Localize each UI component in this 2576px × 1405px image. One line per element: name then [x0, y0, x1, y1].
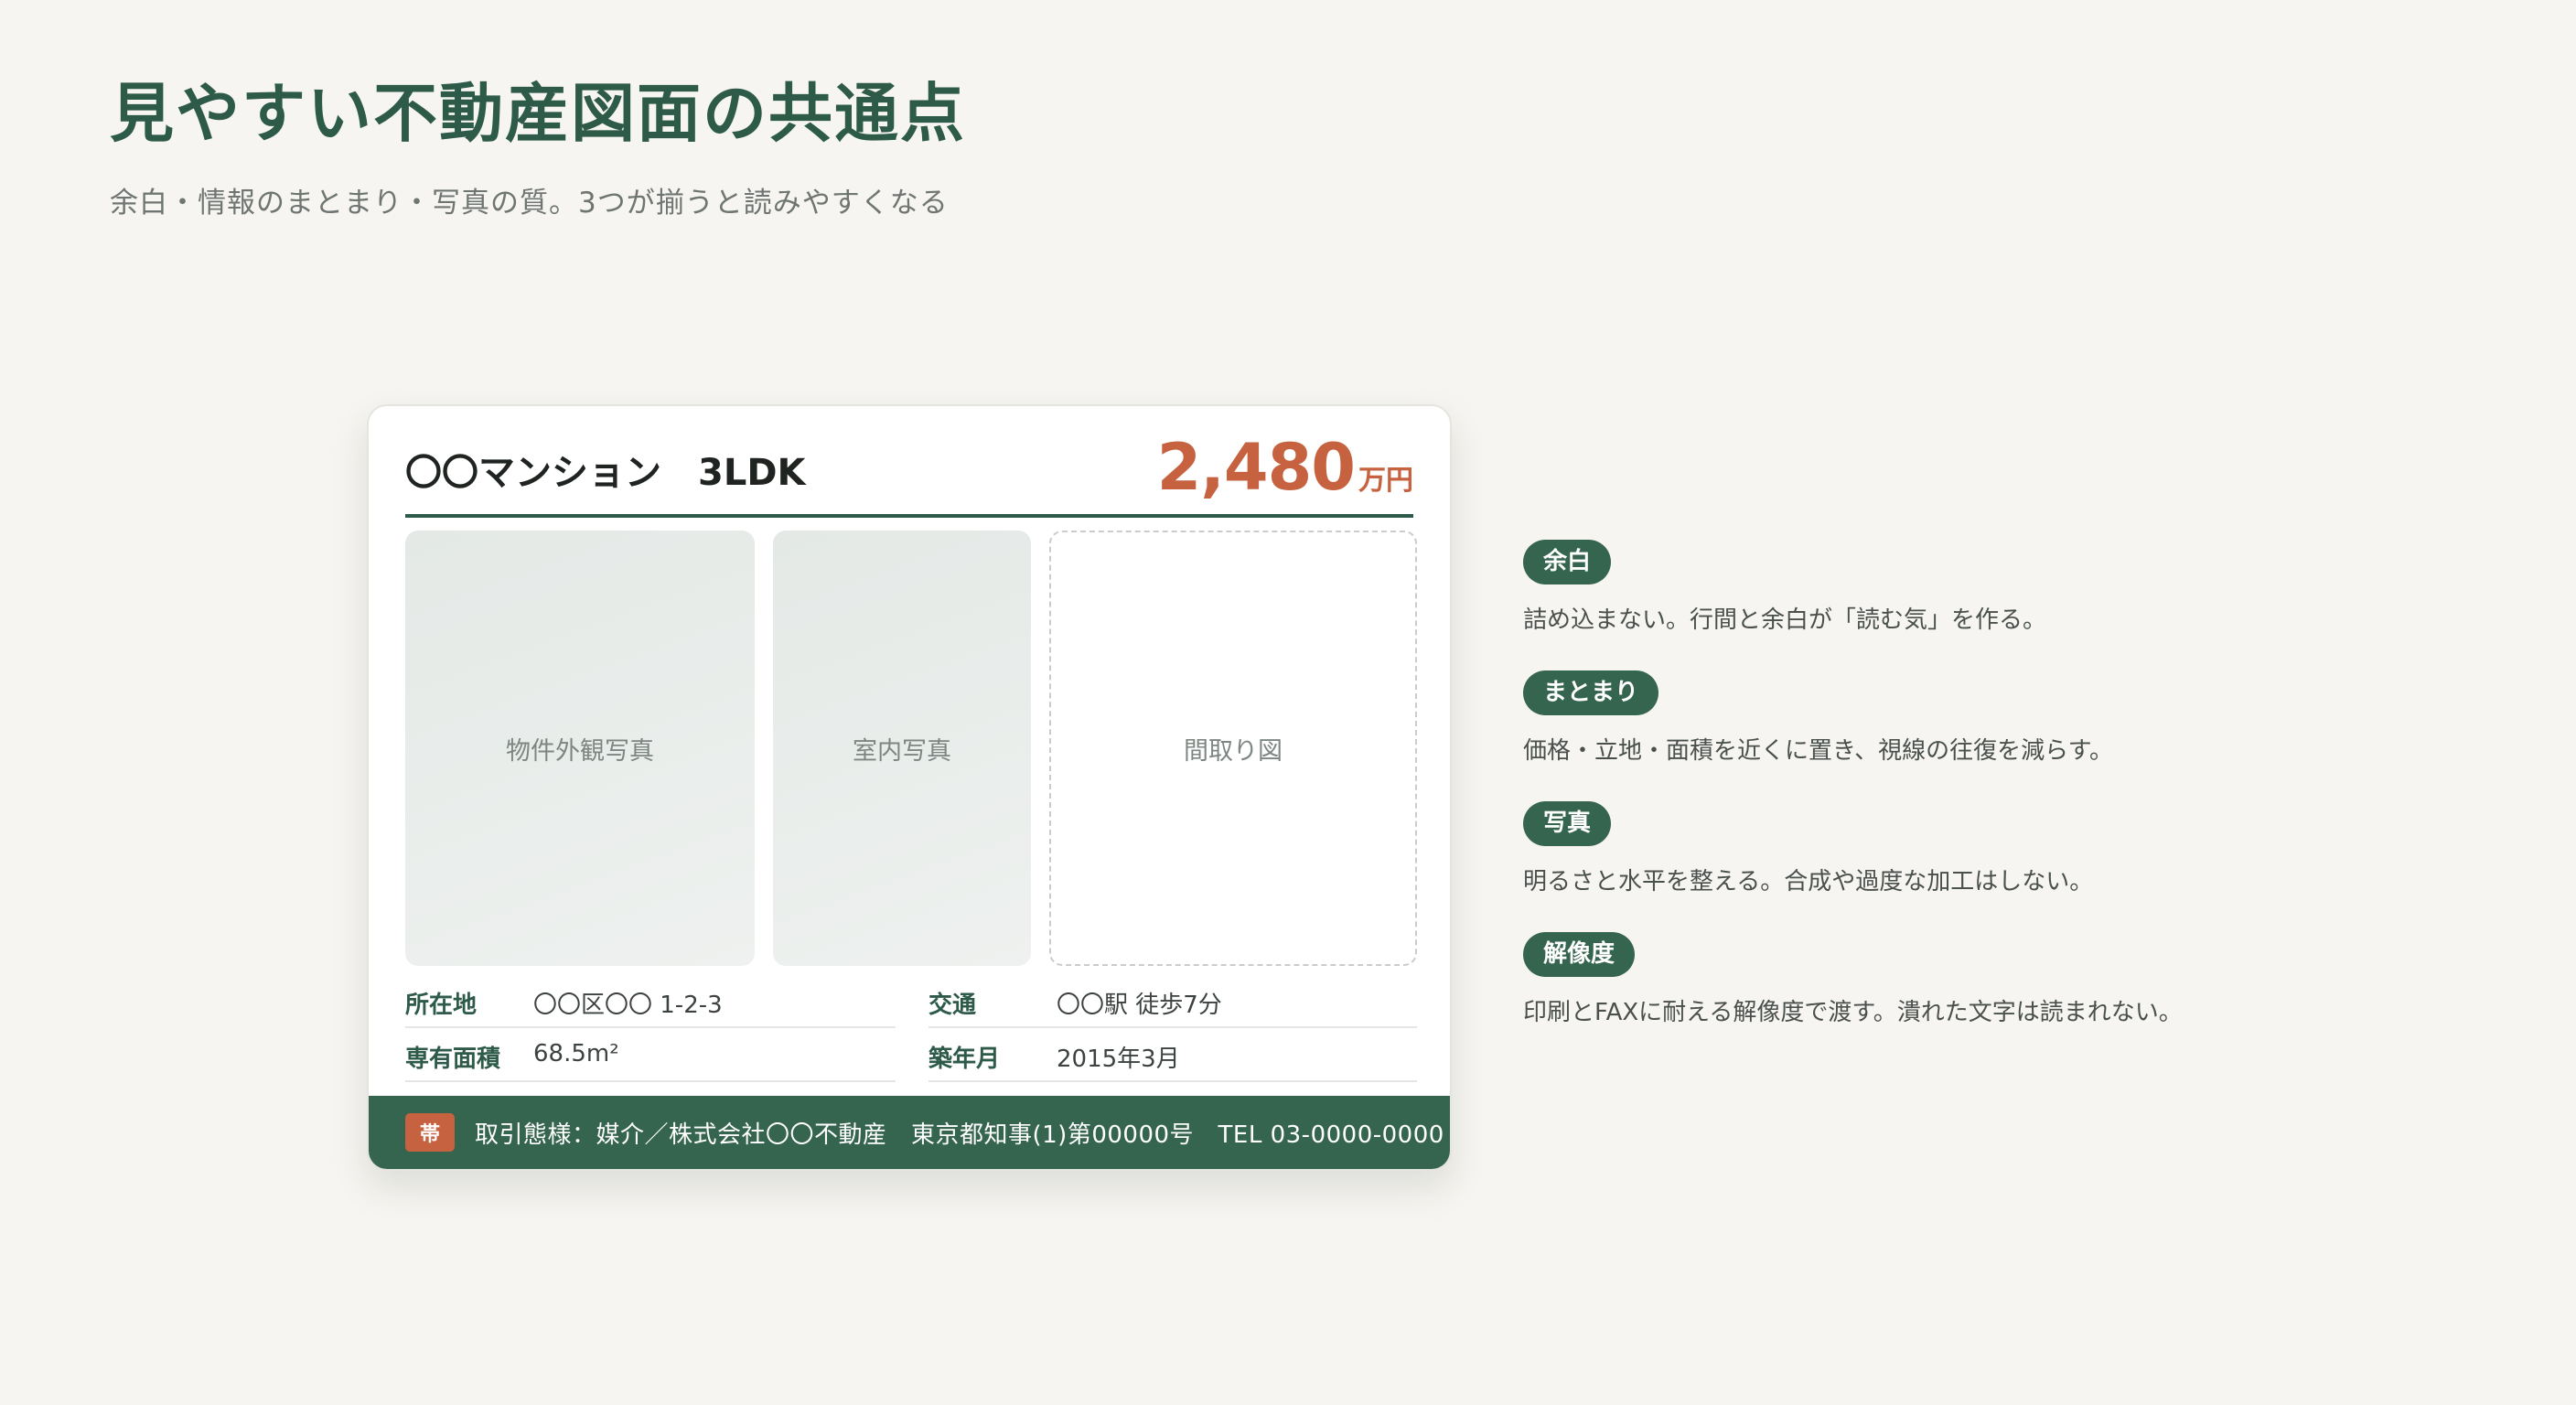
footer-band: 帯 取引態様：媒介／株式会社〇〇不動産 東京都知事(1)第00000号 TEL …: [369, 1096, 1450, 1169]
info-row-built: 築年月 2015年3月: [928, 1029, 1417, 1082]
price: 2,480 万円: [1157, 430, 1413, 505]
price-unit: 万円: [1358, 465, 1413, 497]
point-tag: 解像度: [1523, 932, 1636, 977]
point-tag: 写真: [1523, 801, 1612, 846]
access-value: 〇〇駅 徒歩7分: [1057, 992, 1222, 1019]
page-title: 見やすい不動産図面の共通点: [110, 76, 966, 151]
point-item: 解像度 印刷とFAXに耐える解像度で渡す。潰れた文字は読まれない。: [1523, 932, 2438, 1063]
point-description: 価格・立地・面積を近くに置き、視線の往復を減らす。: [1523, 736, 2114, 765]
price-value: 2,480: [1156, 430, 1356, 505]
info-row-area: 専有面積 68.5m²: [405, 1029, 896, 1082]
address-label: 所在地: [405, 992, 478, 1019]
points-list: 余白 詰め込まない。行間と余白が「読む気」を作る。 まとまり 価格・立地・面積を…: [1523, 540, 2438, 1063]
floorplan-label: 間取り図: [1184, 736, 1283, 766]
info-row-address: 所在地 〇〇区〇〇 1-2-3: [405, 975, 896, 1028]
floorplan-placeholder: 間取り図: [1049, 531, 1417, 966]
exterior-photo-placeholder: 物件外観写真: [405, 531, 755, 966]
point-description: 明るさと水平を整える。合成や過度な加工はしない。: [1523, 867, 2094, 896]
property-flyer-card: 〇〇マンション 3LDK 2,480 万円 物件外観写真 室内写真 間取り図 所在…: [367, 404, 1452, 1171]
access-label: 交通: [928, 992, 977, 1019]
point-item: まとまり 価格・立地・面積を近くに置き、視線の往復を減らす。: [1523, 670, 2438, 801]
info-row-access: 交通 〇〇駅 徒歩7分: [928, 975, 1417, 1028]
band-badge: 帯: [405, 1113, 455, 1152]
point-description: 印刷とFAXに耐える解像度で渡す。潰れた文字は読まれない。: [1523, 998, 2183, 1026]
exterior-photo-label: 物件外観写真: [506, 736, 654, 766]
point-tag: 余白: [1523, 540, 1612, 585]
point-description: 詰め込まない。行間と余白が「読む気」を作る。: [1523, 606, 2047, 634]
area-label: 専有面積: [405, 1046, 501, 1073]
point-tag: まとまり: [1523, 670, 1659, 715]
interior-photo-placeholder: 室内写真: [773, 531, 1031, 966]
flyer-header: 〇〇マンション 3LDK 2,480 万円: [405, 430, 1413, 518]
area-value: 68.5m²: [533, 1040, 619, 1067]
point-item: 写真 明るさと水平を整える。合成や過度な加工はしない。: [1523, 801, 2438, 932]
page-subtitle: 余白・情報のまとまり・写真の質。3つが揃うと読みやすくなる: [110, 187, 949, 220]
point-item: 余白 詰め込まない。行間と余白が「読む気」を作る。: [1523, 540, 2438, 670]
address-value: 〇〇区〇〇 1-2-3: [533, 992, 723, 1019]
built-label: 築年月: [928, 1046, 1001, 1073]
built-value: 2015年3月: [1057, 1046, 1180, 1073]
interior-photo-label: 室内写真: [853, 736, 951, 766]
property-name: 〇〇マンション 3LDK: [405, 452, 806, 494]
band-text: 取引態様：媒介／株式会社〇〇不動産 東京都知事(1)第00000号 TEL 03…: [475, 1121, 1444, 1149]
page-root: 見やすい不動産図面の共通点 余白・情報のまとまり・写真の質。3つが揃うと読みやす…: [0, 0, 2576, 1405]
